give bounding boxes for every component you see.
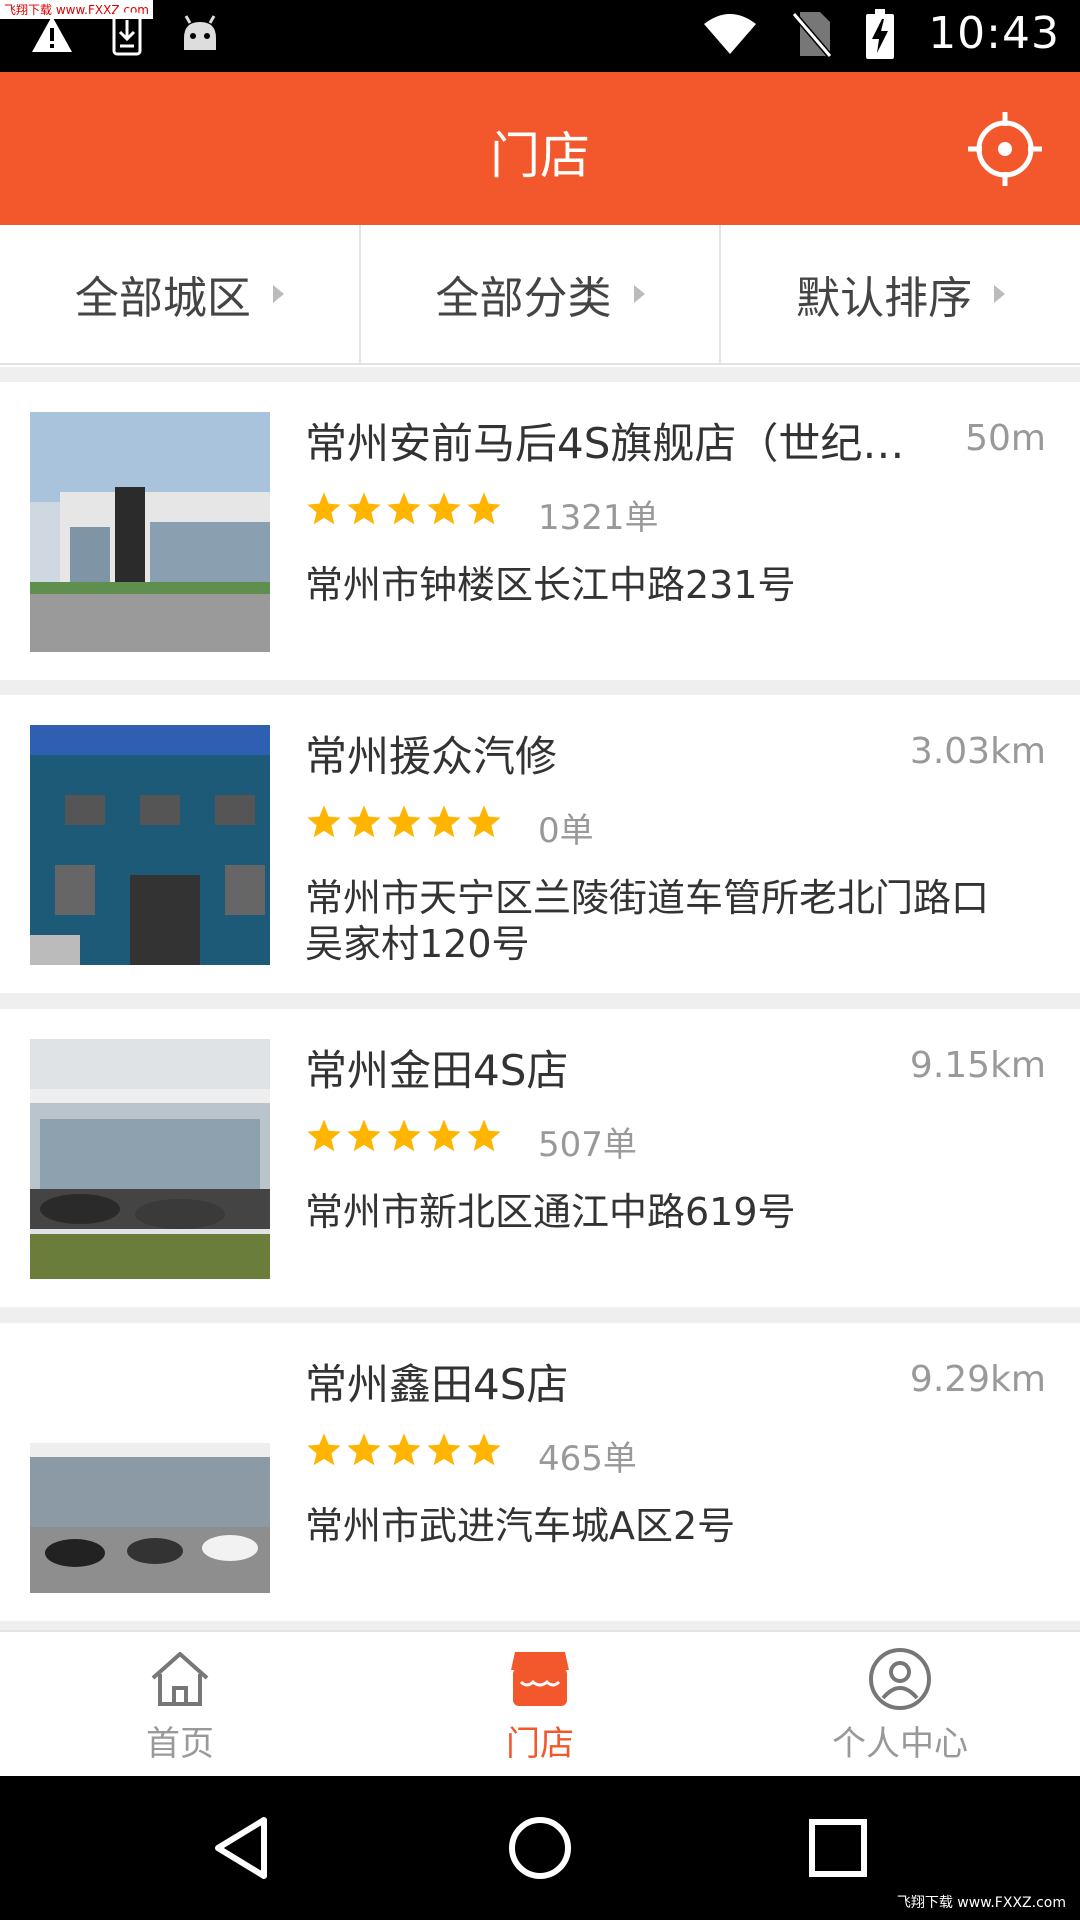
triangle-right-icon <box>633 285 645 303</box>
list-item[interactable]: 常州鑫田4S店 9.29km 465单 常州市武进汽车城A区2号 <box>0 1323 1080 1621</box>
order-count: 465单 <box>538 1439 637 1479</box>
star-icon <box>347 805 381 838</box>
star-icon <box>387 805 421 838</box>
star-icon <box>307 1433 341 1466</box>
tab-label: 首页 <box>146 1724 214 1764</box>
bottom-tab-bar: 首页 门店 个人中心 <box>0 1630 1080 1776</box>
shop-distance: 3.03km <box>909 731 1046 772</box>
filter-district[interactable]: 全部城区 <box>0 225 361 363</box>
store-icon <box>511 1652 569 1706</box>
tab-home[interactable]: 首页 <box>0 1632 360 1776</box>
shop-distance: 9.15km <box>909 1045 1046 1086</box>
filter-bar: 全部城区 全部分类 默认排序 <box>0 225 1080 365</box>
tab-label: 个人中心 <box>832 1724 968 1764</box>
shop-photo <box>30 725 270 965</box>
star-icon <box>467 1119 501 1152</box>
rating-stars <box>305 803 503 841</box>
user-icon <box>869 1648 931 1710</box>
clock: 10:43 <box>928 8 1060 59</box>
star-icon <box>387 492 421 525</box>
star-icon <box>467 1433 501 1466</box>
android-icon <box>184 15 216 50</box>
list-item[interactable]: 常州金田4S店 9.15km 507单 常州市新北区通江中路619号 <box>0 1009 1080 1307</box>
star-icon <box>387 1119 421 1152</box>
shop-photo <box>30 1353 270 1593</box>
star-icon <box>387 1433 421 1466</box>
star-icon <box>307 492 341 525</box>
system-nav-bar: 飞翔下载 www.FXXZ.com <box>0 1776 1080 1920</box>
star-icon <box>467 805 501 838</box>
shop-name: 常州安前马后4S旗舰店（世纪… <box>305 419 905 468</box>
triangle-right-icon <box>994 285 1006 303</box>
shop-name: 常州金田4S店 <box>305 1046 569 1095</box>
star-icon <box>467 492 501 525</box>
list-item[interactable]: 常州安前马后4S旗舰店（世纪… 50m 1321单 常州市钟楼区长江中路231号 <box>0 382 1080 680</box>
shop-address: 常州市天宁区兰陵街道车管所老北门路口吴家村120号 <box>305 876 990 966</box>
shop-photo <box>30 1039 270 1279</box>
filter-sort[interactable]: 默认排序 <box>721 225 1080 363</box>
shop-name: 常州鑫田4S店 <box>305 1360 569 1409</box>
star-icon <box>307 1119 341 1152</box>
star-icon <box>347 1119 381 1152</box>
battery-charging-icon <box>866 8 895 59</box>
wifi-icon <box>704 13 757 54</box>
rating-stars <box>305 1117 503 1155</box>
filter-label: 默认排序 <box>796 273 973 324</box>
back-icon[interactable] <box>206 1812 278 1884</box>
watermark-logo: 飞翔下载 www.FXXZ.com <box>890 1890 1072 1914</box>
shop-photo <box>30 412 270 652</box>
star-icon <box>427 1433 461 1466</box>
no-sim-icon <box>792 11 833 58</box>
star-icon <box>307 805 341 838</box>
status-bar: 飞翔下载 www.FXXZ.com 10:43 <box>0 0 1080 72</box>
triangle-right-icon <box>272 285 284 303</box>
rating-stars <box>305 490 503 528</box>
rating-stars <box>305 1431 503 1469</box>
home-icon <box>151 1652 209 1706</box>
filter-category[interactable]: 全部分类 <box>361 225 722 363</box>
filter-label: 全部分类 <box>435 273 612 324</box>
star-icon <box>347 492 381 525</box>
filter-label: 全部城区 <box>74 273 251 324</box>
recents-icon[interactable] <box>802 1812 874 1884</box>
tab-profile[interactable]: 个人中心 <box>720 1632 1080 1776</box>
shop-distance: 9.29km <box>909 1359 1046 1400</box>
locate-icon[interactable] <box>966 110 1044 188</box>
order-count: 1321单 <box>538 498 659 538</box>
list-item[interactable]: 常州援众汽修 3.03km 0单 常州市天宁区兰陵街道车管所老北门路口吴家村12… <box>0 695 1080 993</box>
shop-list[interactable]: 常州安前马后4S旗舰店（世纪… 50m 1321单 常州市钟楼区长江中路231号… <box>0 367 1080 1630</box>
shop-name: 常州援众汽修 <box>305 732 558 781</box>
star-icon <box>427 492 461 525</box>
home-nav-icon[interactable] <box>504 1812 576 1884</box>
shop-address: 常州市新北区通江中路619号 <box>305 1190 796 1234</box>
star-icon <box>427 805 461 838</box>
order-count: 0单 <box>538 811 594 851</box>
page-title: 门店 <box>490 127 590 185</box>
shop-address: 常州市武进汽车城A区2号 <box>305 1504 736 1548</box>
order-count: 507单 <box>538 1125 637 1165</box>
warning-icon <box>32 16 72 52</box>
tab-store[interactable]: 门店 <box>360 1632 720 1776</box>
download-icon <box>112 12 142 56</box>
shop-address: 常州市钟楼区长江中路231号 <box>305 563 796 607</box>
star-icon <box>427 1119 461 1152</box>
shop-distance: 50m <box>965 418 1046 459</box>
app-header: 门店 <box>0 72 1080 225</box>
star-icon <box>347 1433 381 1466</box>
tab-label: 门店 <box>506 1724 574 1764</box>
